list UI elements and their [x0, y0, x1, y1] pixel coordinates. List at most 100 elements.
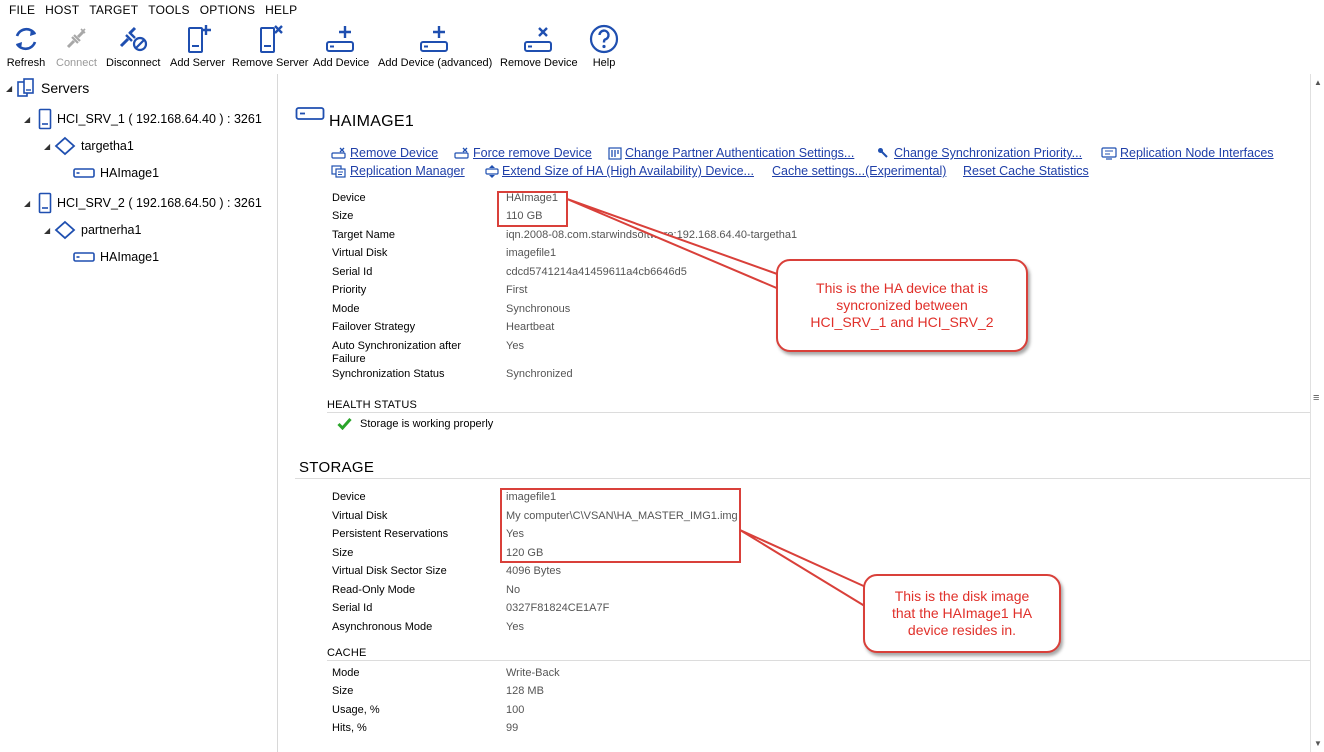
- menu-options[interactable]: OPTIONS: [195, 0, 260, 20]
- servers-icon: [16, 78, 36, 98]
- scroll-grip-icon[interactable]: ≡: [1313, 392, 1319, 404]
- callout-line: syncronized between: [836, 297, 968, 313]
- link-label: Replication Manager: [350, 164, 465, 178]
- reset-cache-statistics-link[interactable]: Reset Cache Statistics: [963, 164, 1089, 178]
- add-device-label: Add Device: [313, 57, 370, 69]
- collapse-arrow-icon[interactable]: ◢: [24, 199, 34, 208]
- server-tree: ◢ Servers ◢ HCI_SRV_1 ( 192.168.64.40 ) …: [0, 74, 278, 752]
- disk-image-highlight: [500, 488, 741, 563]
- add-device-advanced-button[interactable]: Add Device (advanced): [378, 22, 492, 72]
- scroll-down-icon[interactable]: ▼: [1314, 739, 1322, 748]
- link-label: Reset Cache Statistics: [963, 164, 1089, 178]
- refresh-button[interactable]: Refresh: [6, 22, 46, 72]
- replication-node-interfaces-link[interactable]: Replication Node Interfaces: [1101, 146, 1274, 160]
- change-partner-auth-link[interactable]: Change Partner Authentication Settings..…: [608, 146, 854, 160]
- health-status: Storage is working properly: [337, 417, 493, 430]
- add-server-icon: [178, 22, 218, 56]
- key-icon: [608, 146, 622, 160]
- disconnect-label: Disconnect: [106, 57, 161, 69]
- ha-device-callout: This is the HA device that is syncronize…: [776, 259, 1028, 352]
- device-icon: [73, 251, 95, 263]
- prop-key: Priority: [332, 284, 367, 296]
- prop-value: iqn.2008-08.com.starwindsoftware:192.168…: [506, 229, 798, 241]
- menu-tools[interactable]: TOOLS: [143, 0, 194, 20]
- change-sync-priority-link[interactable]: Change Synchronization Priority...: [877, 146, 1082, 160]
- health-text: Storage is working properly: [360, 417, 494, 430]
- tree-node-device-2[interactable]: HAImage1: [73, 250, 159, 264]
- disconnect-button[interactable]: Disconnect: [106, 22, 160, 72]
- tree-node-server-2[interactable]: ◢ HCI_SRV_2 ( 192.168.64.50 ) : 3261: [24, 192, 262, 214]
- divider: [327, 660, 1310, 661]
- menu-file[interactable]: FILE: [4, 0, 40, 20]
- device-icon: [295, 106, 325, 125]
- prop-key: Persistent Reservations: [332, 528, 449, 540]
- menu-target[interactable]: TARGET: [84, 0, 143, 20]
- toolbar: Refresh Connect Disconnect Add Server Re…: [0, 22, 1324, 72]
- tree-label: HAImage1: [100, 166, 160, 180]
- prop-value: 99: [506, 722, 519, 734]
- link-label: Force remove Device: [473, 146, 592, 160]
- device-icon: [73, 167, 95, 179]
- vertical-scrollbar[interactable]: ▲ ≡ ▼: [1310, 74, 1324, 752]
- prop-key: Asynchronous Mode: [332, 621, 433, 633]
- menu-help[interactable]: HELP: [260, 0, 302, 20]
- link-label: Cache settings...(Experimental): [772, 164, 947, 178]
- server-icon: [38, 192, 52, 214]
- help-button[interactable]: Help: [584, 22, 624, 72]
- tree-node-target-2[interactable]: ◢ partnerha1: [44, 220, 141, 240]
- prop-key: Device: [332, 491, 366, 503]
- help-icon: [584, 22, 624, 56]
- prop-key: Virtual Disk Sector Size: [332, 565, 447, 577]
- collapse-arrow-icon[interactable]: ◢: [44, 226, 54, 235]
- tree-node-servers[interactable]: ◢ Servers: [6, 78, 89, 98]
- force-remove-icon: [454, 147, 470, 159]
- prop-value: No: [506, 584, 521, 596]
- remove-server-button[interactable]: Remove Server: [232, 22, 308, 72]
- collapse-arrow-icon[interactable]: ◢: [24, 115, 34, 124]
- remove-device-button[interactable]: Remove Device: [500, 22, 578, 72]
- menu-host[interactable]: HOST: [40, 0, 84, 20]
- disconnect-icon: [113, 22, 153, 56]
- remove-server-icon: [250, 22, 290, 56]
- disk-image-callout: This is the disk image that the HAImage1…: [863, 574, 1061, 653]
- storage-heading: STORAGE: [299, 459, 375, 476]
- tree-node-server-1[interactable]: ◢ HCI_SRV_1 ( 192.168.64.40 ) : 3261: [24, 108, 262, 130]
- prop-value: 0327F81824CE1A7F: [506, 602, 610, 614]
- prop-value: Synchronous: [506, 303, 571, 315]
- collapse-arrow-icon[interactable]: ◢: [6, 84, 16, 93]
- target-icon: [54, 220, 76, 240]
- remove-server-label: Remove Server: [232, 57, 309, 69]
- tree-label: targetha1: [81, 139, 134, 153]
- replication-manager-link[interactable]: Replication Manager: [331, 164, 465, 178]
- link-label: Replication Node Interfaces: [1120, 146, 1274, 160]
- callout-line: This is the HA device that is: [816, 280, 988, 296]
- connect-button[interactable]: Connect: [56, 22, 97, 72]
- prop-value: Synchronized: [506, 368, 573, 380]
- callout-line: HCI_SRV_1 and HCI_SRV_2: [810, 314, 994, 330]
- tree-node-device-1[interactable]: HAImage1: [73, 166, 159, 180]
- tree-label: HCI_SRV_1 ( 192.168.64.40 ) : 3261: [57, 112, 262, 126]
- prop-key: Size: [332, 685, 354, 697]
- add-device-advanced-label: Add Device (advanced): [378, 57, 493, 69]
- add-server-button[interactable]: Add Server: [170, 22, 225, 72]
- prop-key: Virtual Disk: [332, 247, 388, 259]
- callout-line: that the HAImage1 HA: [891, 605, 1033, 621]
- add-device-button[interactable]: Add Device: [313, 22, 369, 72]
- prop-value: 100: [506, 704, 525, 716]
- tree-label: HAImage1: [100, 250, 160, 264]
- extend-size-link[interactable]: Extend Size of HA (High Availability) De…: [485, 164, 754, 178]
- prop-value: Write-Back: [506, 667, 560, 679]
- remove-device-link[interactable]: Remove Device: [331, 146, 438, 160]
- prop-key: Serial Id: [332, 602, 373, 614]
- tree-node-target-1[interactable]: ◢ targetha1: [44, 136, 134, 156]
- force-remove-device-link[interactable]: Force remove Device: [454, 146, 592, 160]
- device-details-pane: HAIMAGE1 Remove Device Force remove Devi…: [279, 74, 1310, 752]
- cache-settings-link[interactable]: Cache settings...(Experimental): [772, 164, 946, 178]
- collapse-arrow-icon[interactable]: ◢: [44, 142, 54, 151]
- prop-key: Auto Synchronization after Failure: [332, 340, 462, 365]
- prop-value: 4096 Bytes: [506, 565, 562, 577]
- network-icon: [1101, 146, 1117, 160]
- prop-key: Serial Id: [332, 266, 373, 278]
- prop-key: Usage, %: [332, 704, 380, 716]
- scroll-up-icon[interactable]: ▲: [1314, 78, 1322, 87]
